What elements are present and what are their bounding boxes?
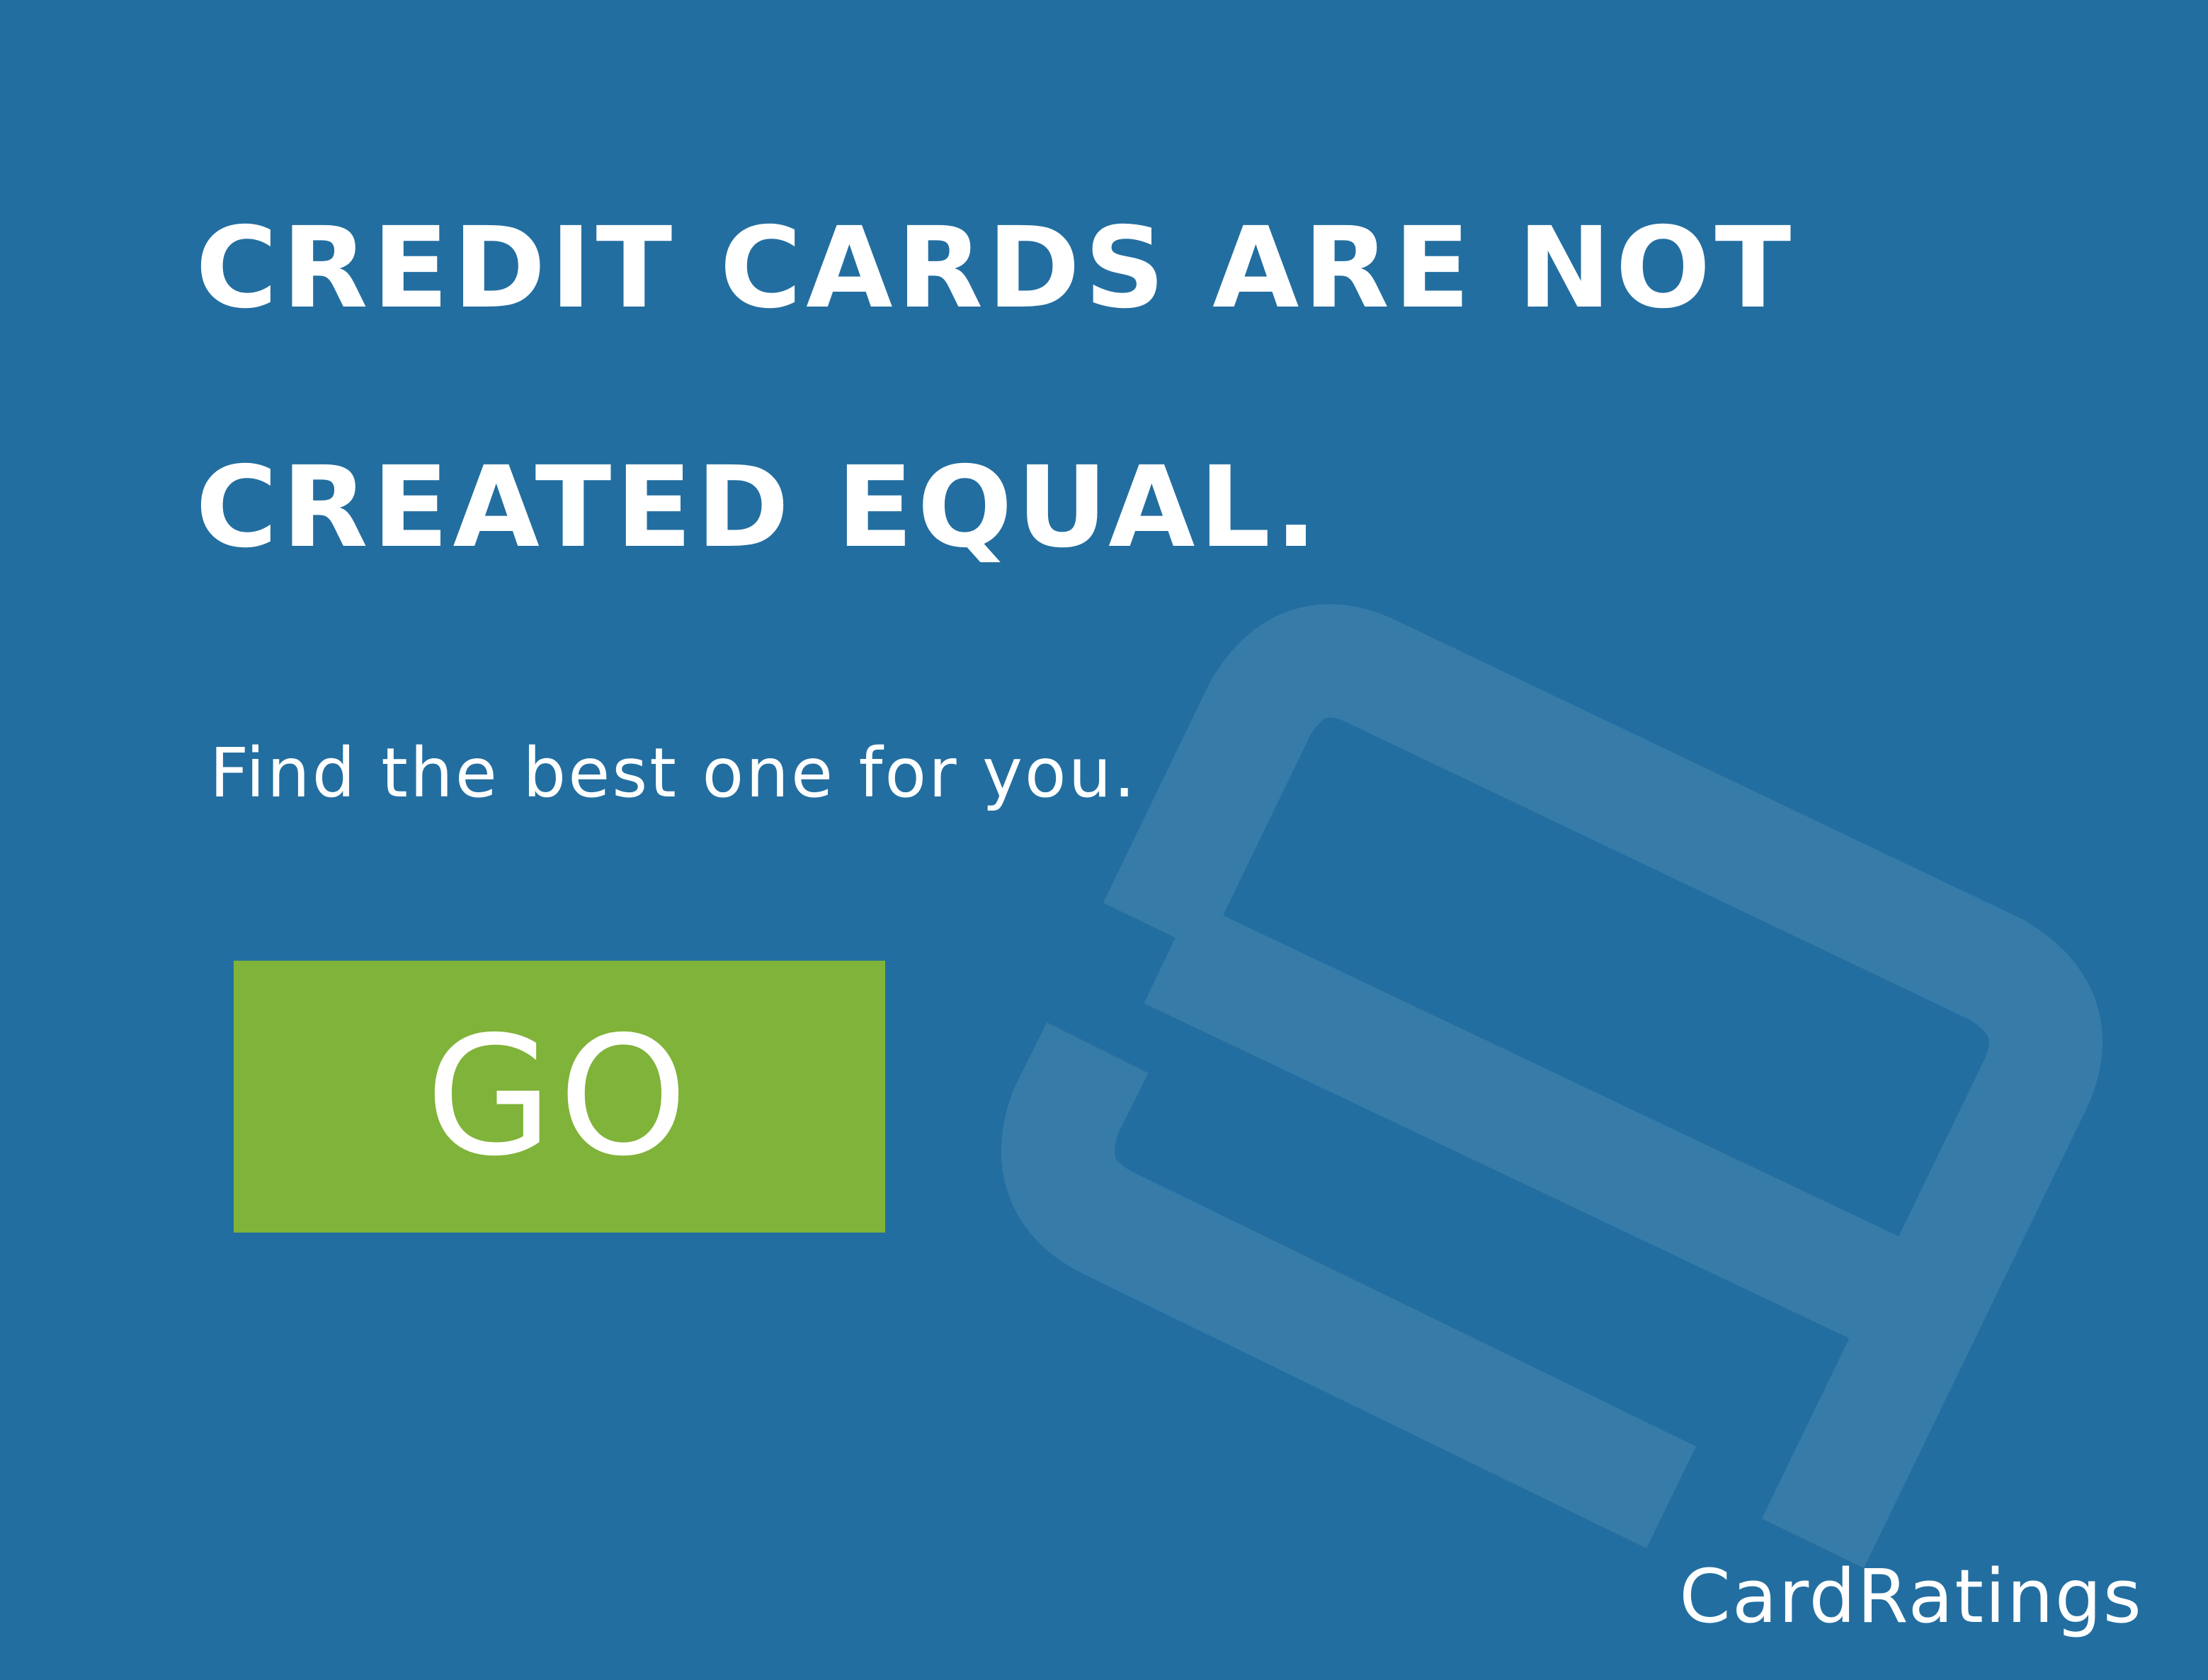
go-button[interactable]: GO <box>234 961 885 1233</box>
tagline: Find the best one for you. <box>210 733 1138 813</box>
brand-name: CardRatings <box>1679 1553 2143 1640</box>
headline-line-1: CREDIT CARDS ARE NOT <box>195 203 1796 333</box>
headline-line-2: CREATED EQUAL. <box>195 442 1322 573</box>
logo-upper-stroke <box>1103 604 2102 1568</box>
logo-middle-stroke <box>1144 901 1976 1376</box>
go-button-label: GO <box>425 1001 694 1192</box>
advertisement-banner: CREDIT CARDS ARE NOT CREATED EQUAL. Find… <box>0 0 2208 1680</box>
logo-lower-stroke <box>1001 1022 1697 1548</box>
